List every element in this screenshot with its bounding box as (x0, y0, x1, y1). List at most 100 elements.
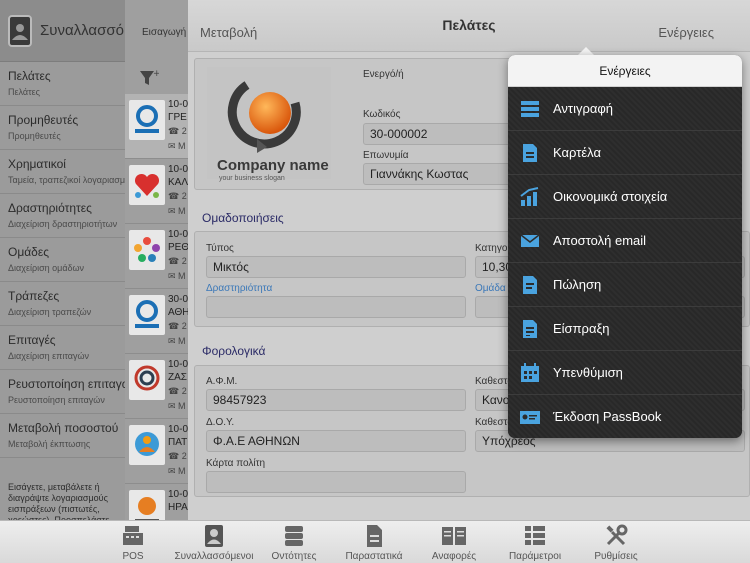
document-icon (334, 524, 414, 548)
tab-label: Οντότητες (271, 551, 317, 562)
customer-name: ΠΑΤ (168, 437, 188, 448)
type-field[interactable]: Μικτός (206, 256, 466, 278)
tax-section-title: Φορολογικά (202, 344, 266, 358)
name-field[interactable]: Γιαννάκης Κωστας (363, 163, 511, 185)
action-card[interactable]: Καρτέλα (508, 131, 742, 175)
customer-name: ΡΕΘ (168, 242, 188, 253)
afm-field[interactable]: 98457923 (206, 389, 466, 411)
bottom-tab-bar: POS Συναλλασσόμενοι Οντότητες Παραστατικ… (0, 520, 750, 563)
tab-pos[interactable]: POS (93, 524, 173, 562)
customer-phone-value: 2 (181, 126, 187, 136)
action-receipt[interactable]: Είσπραξη (508, 307, 742, 351)
customer-email-value: M (178, 336, 186, 346)
actions-button[interactable]: Ενέργειες (658, 25, 714, 40)
tab-settings[interactable]: Ρυθμίσεις (576, 524, 656, 562)
customer-email: ✉ M (168, 141, 186, 151)
grid-list-icon (495, 524, 575, 548)
customer-name: ΗΡΑ (168, 502, 188, 513)
chart-icon (519, 186, 541, 208)
sidebar-item-sub: Ταμεία, τραπεζικοί λογαριασμοί (8, 175, 125, 185)
filter-icon[interactable]: + (125, 62, 188, 94)
group-link[interactable]: Ομάδα (475, 283, 506, 294)
customer-email: ✉ M (168, 336, 186, 346)
customer-phone-value: 2 (181, 386, 187, 396)
company-logo[interactable]: Company name your business slogan (207, 67, 331, 182)
action-reminder[interactable]: Υπενθύμιση (508, 351, 742, 395)
email-icon (519, 230, 541, 252)
tab-documents[interactable]: Παραστατικά (334, 524, 414, 562)
sidebar-item-financial[interactable]: Χρηματικοί Ταμεία, τραπεζικοί λογαριασμοί (0, 150, 125, 194)
tab-entities[interactable]: Οντότητες (254, 524, 334, 562)
action-label: Έκδοση PassBook (553, 409, 662, 424)
card-icon (519, 142, 541, 164)
company-name: Company name (217, 157, 329, 174)
sidebar-item-banks[interactable]: Τράπεζες Διαχείριση τραπεζών (0, 282, 125, 326)
sidebar-item-sub: Προμηθευτές (8, 131, 61, 141)
sidebar-item-cheque-liquidation[interactable]: Ρευστοποίηση επιταγών Ρευστοποίηση επιταγ… (0, 370, 125, 414)
code-field[interactable]: 30-000002 (363, 123, 511, 145)
sidebar-footer-text: Εισάγετε, μεταβάλετε ή διαγράψτε λογαρια… (8, 482, 110, 520)
list-item[interactable]: 10-0 ΗΡΑ (125, 484, 188, 520)
tab-parameters[interactable]: Παράμετροι (495, 524, 575, 562)
customer-logo (129, 295, 165, 335)
action-label: Οικονομικά στοιχεία (553, 189, 668, 204)
form-topbar: Μεταβολή Πελάτες Ενέργειες (188, 0, 750, 52)
customer-email: ✉ M (168, 271, 186, 281)
customer-email-value: M (178, 141, 186, 151)
list-item[interactable]: 10-0 ΡΕΘ ☎ 2 ✉ M (125, 224, 188, 289)
actions-popover: Ενέργειες Αντιγραφή Καρτέλα Οικονομικά σ… (508, 55, 742, 438)
doy-field[interactable]: Φ.Α.Ε ΑΘΗΝΩΝ (206, 430, 466, 452)
customer-email-value: M (178, 466, 186, 476)
sidebar-item-groups[interactable]: Ομάδες Διαχείριση ομάδων (0, 238, 125, 282)
import-button[interactable]: Εισαγωγή (125, 0, 188, 62)
citizen-card-label: Κάρτα πολίτη (206, 458, 266, 469)
customer-name: ΖΑΣ (168, 372, 187, 383)
customer-email-value: M (178, 401, 186, 411)
sidebar-item-customers[interactable]: Πελάτες Πελάτες (0, 62, 125, 106)
sidebar-item-percentage-change[interactable]: Μεταβολή ποσοστού Μεταβολή έκπτωσης (0, 414, 125, 458)
sidebar-item-label: Χρηματικοί (8, 157, 66, 171)
customer-logo (129, 100, 165, 140)
tab-label: Παραστατικά (345, 551, 403, 562)
action-label: Πώληση (553, 277, 602, 292)
sidebar-item-cheques[interactable]: Επιταγές Διαχείριση επιταγών (0, 326, 125, 370)
customer-logo (129, 490, 165, 520)
list-item[interactable]: 10-0 ΠΑΤ ☎ 2 ✉ M (125, 419, 188, 484)
customer-phone: ☎ 2 (168, 191, 187, 201)
tools-icon (576, 524, 656, 548)
customer-email: ✉ M (168, 466, 186, 476)
customer-logo (129, 425, 165, 465)
list-item[interactable]: 10-0 ΓΡΕ ☎ 2 ✉ M (125, 94, 188, 159)
action-copy[interactable]: Αντιγραφή (508, 87, 742, 131)
customer-phone-value: 2 (181, 256, 187, 266)
list-item[interactable]: 30-0 ΑΘΗ ☎ 2 ✉ M (125, 289, 188, 354)
action-label: Αντιγραφή (553, 101, 614, 116)
customer-email-value: M (178, 271, 186, 281)
sale-document-icon (519, 274, 541, 296)
customer-email: ✉ M (168, 401, 186, 411)
citizen-card-field[interactable] (206, 471, 466, 493)
customer-name: ΓΡΕ (168, 112, 187, 123)
activity-field[interactable] (206, 296, 466, 318)
customer-code: 10-0 (168, 359, 188, 370)
list-item[interactable]: 10-0 ΚΑΛ ☎ 2 ✉ M (125, 159, 188, 224)
customer-phone-value: 2 (181, 451, 187, 461)
sidebar-item-activities[interactable]: Δραστηριότητες Διαχείριση δραστηριοτήτων (0, 194, 125, 238)
tab-contacts[interactable]: Συναλλασσόμενοι (174, 524, 254, 562)
action-send-email[interactable]: Αποστολή email (508, 219, 742, 263)
tab-reports[interactable]: Αναφορές (414, 524, 494, 562)
customer-list: Εισαγωγή + 10-0 ΓΡΕ ☎ 2 ✉ M 10-0 ΚΑΛ ☎ 2… (125, 0, 188, 520)
sidebar-item-suppliers[interactable]: Προμηθευτές Προμηθευτές (0, 106, 125, 150)
action-financials[interactable]: Οικονομικά στοιχεία (508, 175, 742, 219)
activity-link[interactable]: Δραστηριότητα (206, 283, 272, 294)
tab-label: POS (122, 551, 144, 562)
copy-icon (519, 98, 541, 120)
action-passbook[interactable]: Έκδοση PassBook (508, 395, 742, 438)
svg-text:+: + (153, 69, 159, 79)
action-sale[interactable]: Πώληση (508, 263, 742, 307)
customer-phone: ☎ 2 (168, 256, 187, 266)
customer-email-value: M (178, 206, 186, 216)
customer-name: ΑΘΗ (168, 307, 188, 318)
list-item[interactable]: 10-0 ΖΑΣ ☎ 2 ✉ M (125, 354, 188, 419)
report-book-icon (414, 524, 494, 548)
